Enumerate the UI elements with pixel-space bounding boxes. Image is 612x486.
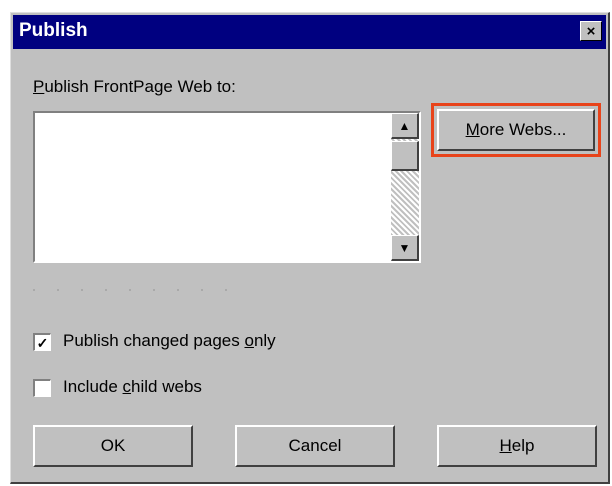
ok-button[interactable]: OK (33, 425, 193, 467)
help-button[interactable]: Help (437, 425, 597, 467)
listbox-scrollbar[interactable]: ▲ ▼ (391, 113, 419, 261)
scroll-down-button[interactable]: ▼ (391, 235, 419, 261)
check-icon: ✓ (36, 334, 49, 351)
cancel-button[interactable]: Cancel (235, 425, 395, 467)
window-title: Publish (19, 20, 88, 41)
scroll-up-button[interactable]: ▲ (391, 113, 419, 139)
publish-dialog: Publish × Publish FrontPage Web to: ▲ ▼ … (10, 12, 610, 484)
scroll-thumb[interactable] (391, 141, 419, 171)
ok-label: OK (100, 436, 126, 455)
webs-listbox[interactable]: ▲ ▼ (33, 111, 421, 263)
faded-separator (33, 289, 233, 291)
arrow-up-icon: ▲ (398, 118, 411, 133)
publish-changed-checkbox[interactable]: ✓ (33, 333, 51, 351)
close-button[interactable]: × (580, 21, 602, 41)
publish-to-label: Publish FrontPage Web to: (33, 77, 236, 96)
publish-changed-label[interactable]: Publish changed pages only (63, 331, 276, 351)
cancel-label: Cancel (288, 436, 342, 455)
arrow-down-icon: ▼ (398, 240, 411, 255)
include-child-label[interactable]: Include child webs (63, 377, 202, 397)
title-bar: Publish × (13, 15, 606, 49)
close-icon: × (586, 22, 596, 40)
help-label: Help (499, 436, 535, 455)
more-webs-label: More Webs... (465, 120, 567, 139)
more-webs-button[interactable]: More Webs... (437, 109, 595, 151)
include-child-checkbox[interactable] (33, 379, 51, 397)
